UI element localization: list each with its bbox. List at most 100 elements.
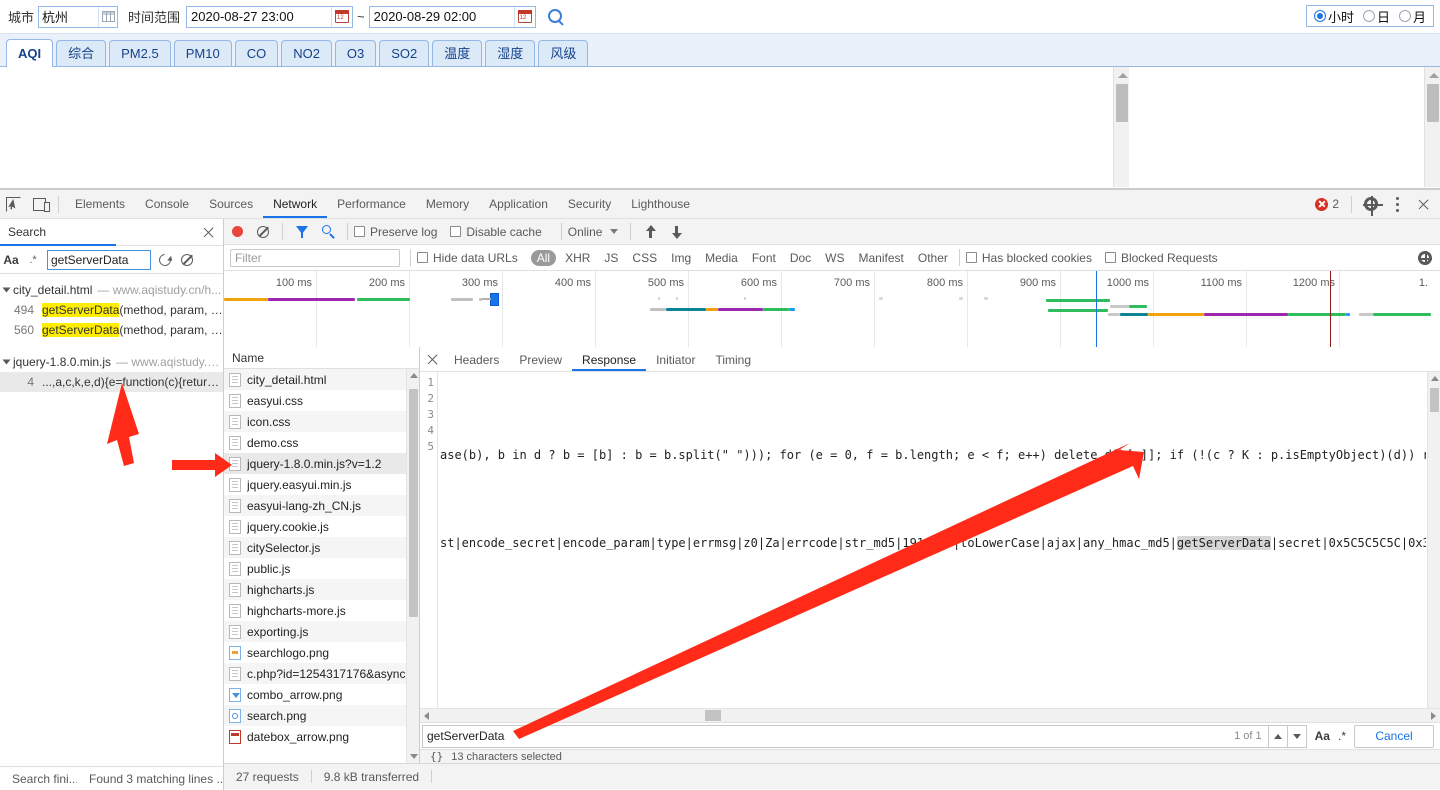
table-row[interactable]: c.php?id=1254317176&async [224,663,419,684]
filter-type-js[interactable]: JS [604,251,618,265]
checkbox-icon[interactable] [417,252,428,263]
regex-icon[interactable]: .* [22,249,44,271]
table-row[interactable]: icon.css [224,411,419,432]
export-har-icon[interactable] [663,218,689,246]
blocked-requests-checkbox[interactable]: Blocked Requests [1104,251,1218,265]
scroll-up-arrow-icon[interactable] [410,373,418,378]
tab-application[interactable]: Application [479,190,558,218]
table-row[interactable]: datebox_arrow.png [224,726,419,747]
table-row[interactable]: search.png [224,705,419,726]
table-row[interactable]: city_detail.html [224,369,419,390]
filter-type-font[interactable]: Font [752,251,776,265]
tab-pm10[interactable]: PM10 [173,40,232,66]
cancel-button[interactable]: Cancel [1354,724,1434,748]
tab-sources[interactable]: Sources [199,190,263,218]
scrollbar-thumb[interactable] [1430,388,1439,412]
network-filter-input[interactable] [231,249,399,266]
response-code-view[interactable]: 1 2 3 4 5 ase(b), b in d ? b = [b] : b =… [420,372,1440,708]
tab-initiator[interactable]: Initiator [646,347,705,371]
granularity-option-month[interactable]: 月 [1398,7,1426,26]
table-row[interactable]: exporting.js [224,621,419,642]
start-calendar-button[interactable] [331,6,353,27]
table-row[interactable]: combo_arrow.png [224,684,419,705]
close-search-drawer-icon[interactable] [202,226,215,239]
tab-performance[interactable]: Performance [327,190,416,218]
table-row[interactable]: easyui-lang-zh_CN.js [224,495,419,516]
tab-zonghe[interactable]: 综合 [56,40,107,66]
filter-type-media[interactable]: Media [705,251,738,265]
settings-gear-icon[interactable] [1358,190,1384,218]
device-toolbar-icon[interactable] [26,190,52,218]
expand-triangle-icon[interactable] [2,287,11,293]
table-row[interactable]: demo.css [224,432,419,453]
tab-o3[interactable]: O3 [334,40,377,66]
request-list-header[interactable]: Name [224,347,419,369]
find-next-button[interactable] [1286,724,1306,748]
checkbox-icon[interactable] [1104,252,1116,263]
table-row[interactable]: searchlogo.png [224,642,419,663]
find-previous-button[interactable] [1267,724,1287,748]
end-datebox[interactable] [368,5,536,28]
table-row[interactable]: highcharts.js [224,579,419,600]
table-row[interactable]: easyui.css [224,390,419,411]
tab-preview[interactable]: Preview [509,347,572,371]
city-combobox[interactable] [38,5,119,28]
inner-vertical-scrollbar[interactable] [1113,67,1129,187]
hide-data-urls-checkbox[interactable]: Hide data URLs [417,251,518,265]
scrollbar-thumb[interactable] [705,710,721,721]
filter-type-other[interactable]: Other [918,251,948,265]
granularity-option-day[interactable]: 日 [1362,7,1390,26]
close-devtools-icon[interactable] [1410,190,1436,218]
table-row[interactable]: public.js [224,558,419,579]
filter-type-img[interactable]: Img [671,251,691,265]
response-horizontal-scrollbar[interactable] [420,708,1440,722]
find-field[interactable]: 1 of 1 [422,724,1307,748]
tab-memory[interactable]: Memory [416,190,479,218]
start-datebox[interactable] [186,5,354,28]
more-options-icon[interactable] [1384,190,1410,218]
find-regex-icon[interactable]: .* [1338,729,1346,743]
tab-response[interactable]: Response [572,347,647,371]
table-row[interactable]: highcharts-more.js [224,600,419,621]
match-case-icon[interactable]: Aa [0,249,22,271]
expand-triangle-icon[interactable] [2,359,11,365]
tab-elements[interactable]: Elements [65,190,135,218]
tab-pm25[interactable]: PM2.5 [109,40,171,66]
response-vertical-scrollbar[interactable] [1427,372,1440,708]
throttling-select[interactable]: Online [568,225,619,239]
network-overview-timeline[interactable]: 100 ms 200 ms 300 ms 400 ms 500 ms 600 m… [224,271,1440,348]
clear-search-icon[interactable] [176,249,198,271]
filter-type-doc[interactable]: Doc [790,251,811,265]
search-result-file[interactable]: city_detail.html — www.aqistudy.cn/h... [0,280,223,300]
table-row[interactable]: jquery.easyui.min.js [224,474,419,495]
tab-humidity[interactable]: 湿度 [485,40,536,66]
close-detail-icon[interactable] [420,347,444,371]
request-list-scrollbar[interactable] [406,369,419,763]
preserve-log-checkbox[interactable]: Preserve log [354,225,437,239]
scrollbar-thumb[interactable] [1427,84,1439,122]
tab-temperature[interactable]: 温度 [432,40,483,66]
checkbox-icon[interactable] [965,252,977,263]
import-har-icon[interactable] [637,218,663,246]
tab-timing[interactable]: Timing [705,347,761,371]
city-input[interactable] [39,7,99,26]
search-result-line[interactable]: 4 ...,a,c,k,e,d){e=function(c){return(c<… [0,372,223,392]
filter-type-ws[interactable]: WS [825,251,844,265]
table-row[interactable]: jquery-1.8.0.min.js?v=1.2 [224,453,419,474]
filter-type-css[interactable]: CSS [632,251,657,265]
network-settings-gear-icon[interactable] [1418,251,1432,265]
tab-security[interactable]: Security [558,190,621,218]
search-icon[interactable] [546,7,566,27]
network-search-icon[interactable] [315,218,341,246]
chevron-down-icon[interactable] [610,229,619,234]
clear-network-icon[interactable] [250,218,276,246]
tab-windlevel[interactable]: 风级 [538,40,589,66]
filter-type-manifest[interactable]: Manifest [859,251,904,265]
tab-console[interactable]: Console [135,190,199,218]
scroll-right-arrow-icon[interactable] [1431,712,1436,720]
tab-network[interactable]: Network [263,190,328,218]
checkbox-icon[interactable] [450,226,462,237]
tab-no2[interactable]: NO2 [281,40,332,66]
tab-headers[interactable]: Headers [444,347,509,371]
network-filter-field[interactable] [230,248,400,267]
